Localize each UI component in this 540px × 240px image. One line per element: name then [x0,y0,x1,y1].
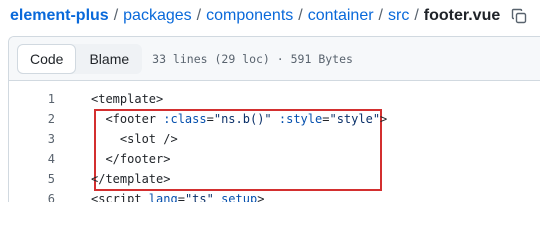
code-view[interactable]: 1 <template> 2 <footer :class="ns.b()" :st… [9,81,540,202]
code-line-content: </footer> [55,152,170,166]
code-token: "ns.b()" [213,112,272,126]
file-meta-info: 33 lines (29 loc) · 591 Bytes [152,51,353,66]
breadcrumb-separator: / [414,7,419,24]
code-token: </footer> [105,152,171,166]
copy-path-button[interactable] [506,4,532,28]
copy-icon [512,8,527,24]
breadcrumb-repo-link[interactable]: element-plus [10,4,109,28]
code-line-content: <script lang="ts" setup> [55,192,264,202]
breadcrumb-packages-link[interactable]: packages [123,4,192,28]
code-token: "ts" [184,192,214,202]
code-token: "style" [329,112,381,126]
line-number[interactable]: 5 [9,172,55,186]
code-token: = [206,112,214,126]
code-token: </template> [91,172,171,186]
code-line: 1 <template> [9,89,540,109]
line-number[interactable]: 2 [9,112,55,126]
code-line-content: <template> [55,92,163,106]
code-token: > [380,112,388,126]
code-token: setup [221,192,258,202]
code-line: 5 </template> [9,169,540,189]
breadcrumb-src-link[interactable]: src [388,4,409,28]
breadcrumb-separator: / [298,7,303,24]
code-token: <script [91,192,149,202]
code-token: = [177,192,185,202]
code-token: > [257,192,265,202]
code-token: <footer [105,112,164,126]
breadcrumb-separator: / [378,7,383,24]
breadcrumb: element-plus / packages / components / c… [10,4,532,28]
code-token: :class [163,112,207,126]
code-line-content: </template> [55,172,170,186]
breadcrumb-separator: / [196,7,202,24]
breadcrumb-components-link[interactable]: components [206,4,293,28]
view-toggle: Code Blame [17,43,143,74]
code-line: 4 </footer> [9,149,540,169]
code-line: 6 <script lang="ts" setup> [9,189,540,202]
code-token: <slot /> [119,132,178,146]
code-token: <template> [91,92,164,106]
blame-tab-button[interactable]: Blame [76,44,142,74]
code-line: 2 <footer :class="ns.b()" :style="style"… [9,109,540,129]
line-number[interactable]: 3 [9,132,55,146]
code-line: 3 <slot /> [9,129,540,149]
file-header: Code Blame 33 lines (29 loc) · 591 Bytes [9,37,540,81]
code-token: :style [278,112,323,126]
line-number[interactable]: 6 [9,192,55,202]
file-viewer: Code Blame 33 lines (29 loc) · 591 Bytes… [8,36,540,202]
breadcrumb-current-file: footer.vue [423,7,501,24]
breadcrumb-separator: / [113,7,119,24]
code-line-content: <footer :class="ns.b()" :style="style"> [55,112,387,126]
line-number[interactable]: 1 [9,92,55,106]
code-line-content: <slot /> [55,132,178,146]
page: element-plus / packages / components / c… [0,0,540,202]
line-number[interactable]: 4 [9,152,55,166]
breadcrumb-container-link[interactable]: container [308,4,374,28]
code-token: lang [148,192,178,202]
code-tab-button[interactable]: Code [17,43,77,74]
